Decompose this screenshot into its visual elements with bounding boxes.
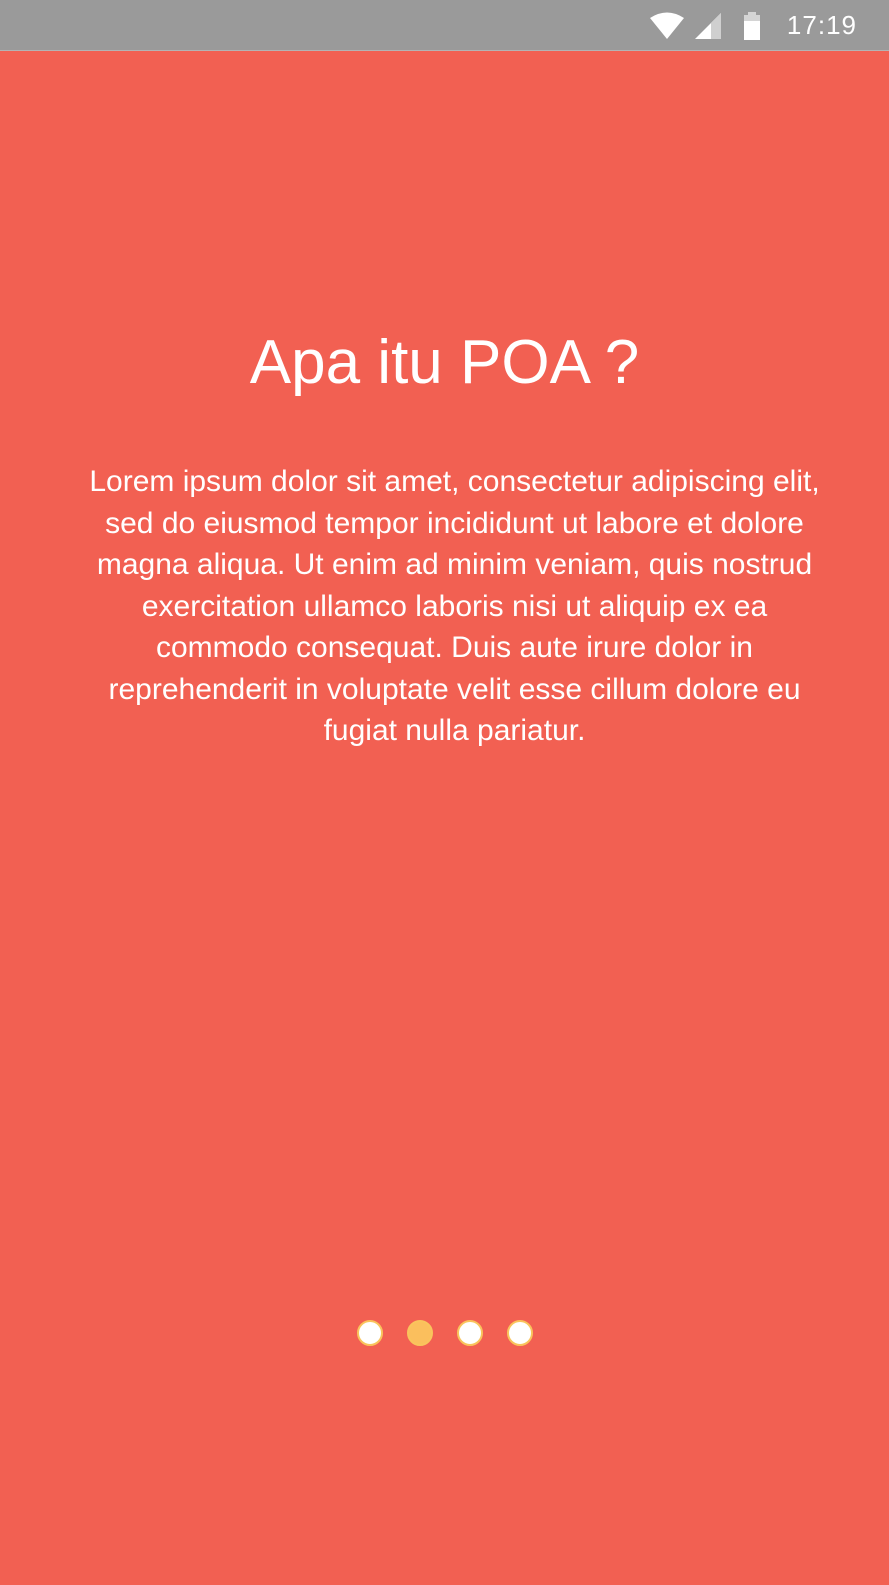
onboarding-description: Lorem ipsum dolor sit amet, consectetur … xyxy=(89,465,820,747)
page-dot[interactable] xyxy=(456,1320,483,1346)
page-indicator[interactable] xyxy=(0,1318,889,1348)
signal-icon xyxy=(694,12,721,39)
page-dot[interactable] xyxy=(506,1320,533,1346)
onboarding-screen: Apa itu POA ? Lorem ipsum dolor sit amet… xyxy=(0,51,889,1585)
onboarding-title: Apa itu POA ? xyxy=(249,328,640,397)
status-icons: 17:19 xyxy=(649,0,857,51)
page-dot[interactable] xyxy=(356,1320,383,1346)
page-dot-active[interactable] xyxy=(406,1320,433,1346)
wifi-icon xyxy=(649,12,684,39)
status-bar: 17:19 xyxy=(0,0,889,51)
battery-icon xyxy=(743,11,760,40)
status-time: 17:19 xyxy=(786,10,857,40)
